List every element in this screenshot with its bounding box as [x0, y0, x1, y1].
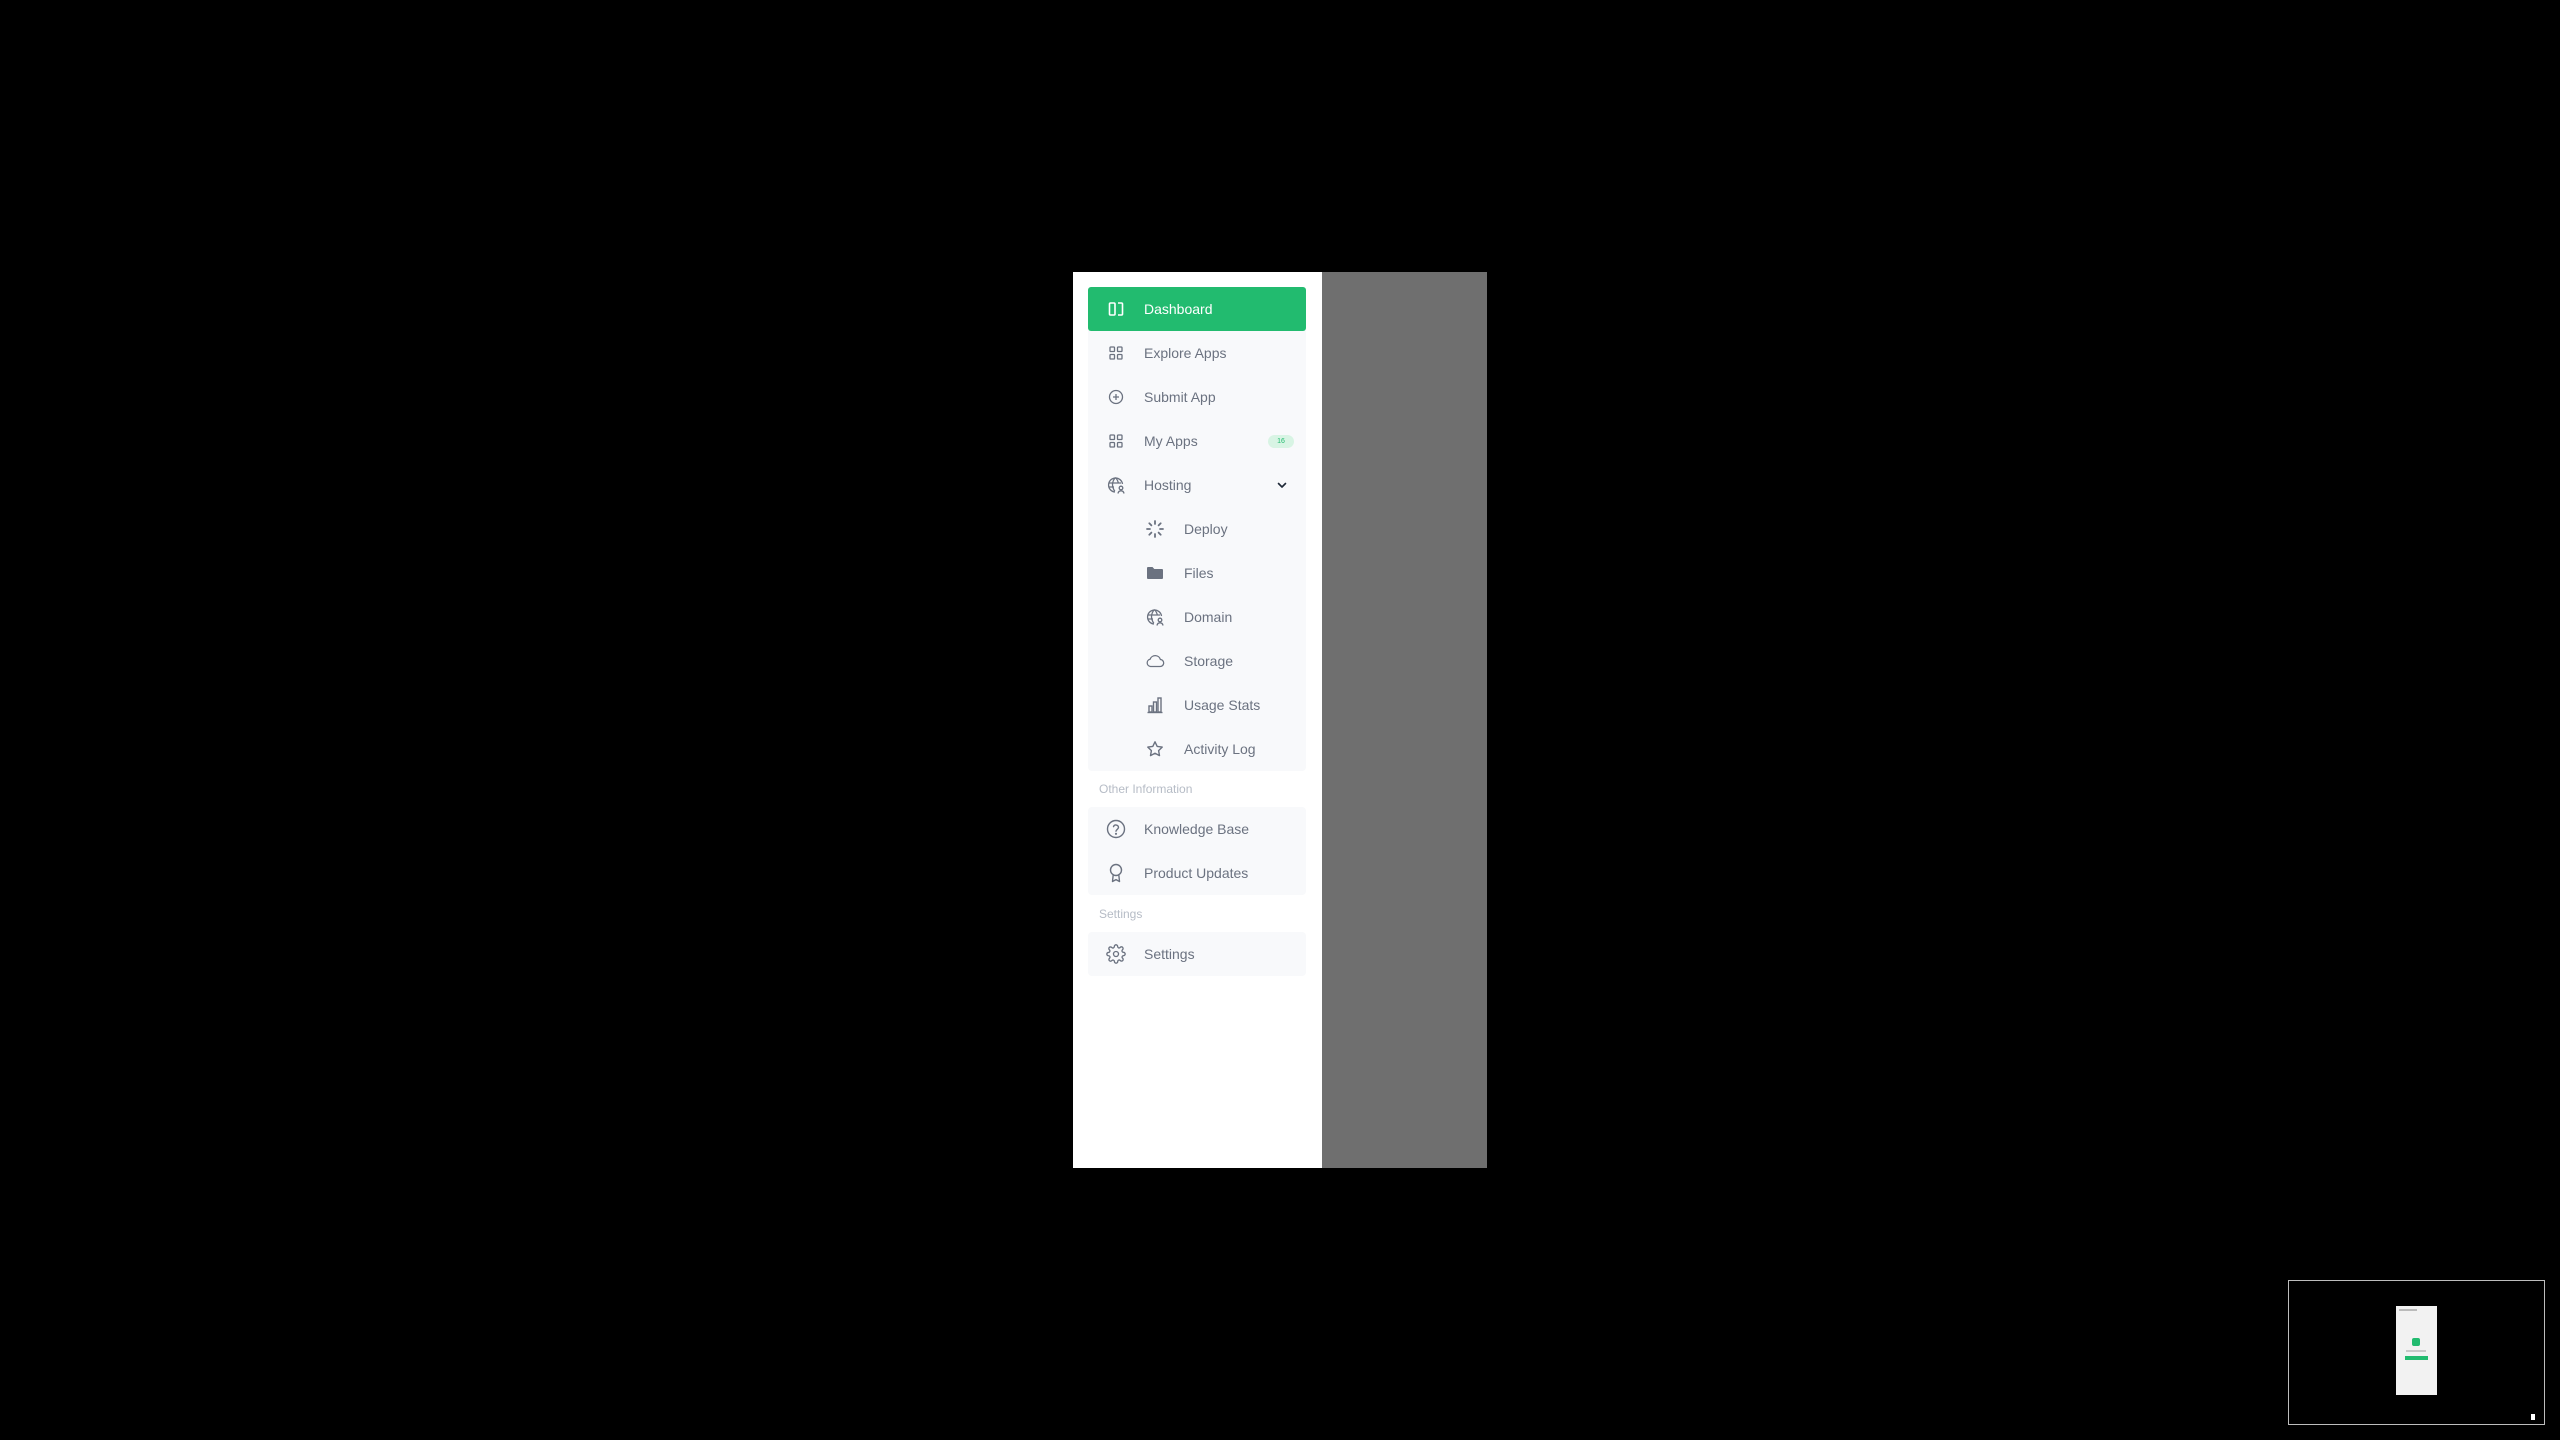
chevron-down-icon[interactable] — [1274, 477, 1290, 493]
sidebar-subitem-deploy[interactable]: Deploy — [1088, 507, 1306, 551]
sidebar-item-submit-app[interactable]: Submit App — [1088, 375, 1306, 419]
mobile-viewport: Dashboard Explore Apps Submit App My App… — [1073, 272, 1487, 1168]
sidebar-subitem-activity-log[interactable]: Activity Log — [1088, 727, 1306, 771]
minimap-button — [2405, 1356, 2428, 1360]
sidebar-item-my-apps[interactable]: My Apps 16 — [1088, 419, 1306, 463]
sidebar: Dashboard Explore Apps Submit App My App… — [1073, 272, 1322, 1168]
main-nav-group: Dashboard Explore Apps Submit App My App… — [1088, 287, 1306, 771]
minimap-logo — [2412, 1338, 2420, 1346]
gear-icon — [1106, 944, 1126, 964]
sidebar-item-label: Submit App — [1144, 389, 1216, 405]
sidebar-item-product-updates[interactable]: Product Updates — [1088, 851, 1306, 895]
sidebar-item-label: Settings — [1144, 946, 1195, 962]
sidebar-item-label: Activity Log — [1184, 741, 1256, 757]
settings-group: Settings — [1088, 932, 1306, 976]
sidebar-item-knowledge-base[interactable]: Knowledge Base — [1088, 807, 1306, 851]
bar-chart-icon — [1145, 695, 1165, 715]
sidebar-item-label: Storage — [1184, 653, 1234, 669]
sidebar-subitem-files[interactable]: Files — [1088, 551, 1306, 595]
minimap-header — [2399, 1309, 2417, 1311]
award-icon — [1106, 863, 1126, 883]
sidebar-subitem-storage[interactable]: Storage — [1088, 639, 1306, 683]
loader-icon — [1145, 519, 1165, 539]
sidebar-item-label: Hosting — [1144, 477, 1192, 493]
section-heading-other-information: Other Information — [1099, 782, 1193, 796]
sidebar-item-dashboard[interactable]: Dashboard — [1088, 287, 1306, 331]
globe-user-icon — [1106, 475, 1126, 495]
cloud-icon — [1145, 651, 1165, 671]
sidebar-item-label: Files — [1184, 565, 1214, 581]
sidebar-subitem-usage-stats[interactable]: Usage Stats — [1088, 683, 1306, 727]
sidebar-item-label: Domain — [1184, 609, 1233, 625]
grid-icon — [1106, 431, 1126, 451]
globe-user-icon — [1145, 607, 1165, 627]
sidebar-item-settings[interactable]: Settings — [1088, 932, 1306, 976]
grid-icon — [1106, 343, 1126, 363]
minimap-preview[interactable] — [2288, 1280, 2545, 1425]
count-badge: 16 — [1268, 435, 1294, 448]
sidebar-panel-icon — [1106, 299, 1126, 319]
section-heading-settings: Settings — [1099, 907, 1143, 921]
sidebar-item-explore-apps[interactable]: Explore Apps — [1088, 331, 1306, 375]
sidebar-item-label: Explore Apps — [1144, 345, 1227, 361]
sidebar-item-label: Product Updates — [1144, 865, 1249, 881]
sidebar-item-label: Deploy — [1184, 521, 1228, 537]
sidebar-item-label: Dashboard — [1144, 301, 1213, 317]
sidebar-item-label: Usage Stats — [1184, 697, 1261, 713]
minimap-text — [2406, 1350, 2426, 1352]
sidebar-subitem-domain[interactable]: Domain — [1088, 595, 1306, 639]
other-info-group: Knowledge Base Product Updates — [1088, 807, 1306, 895]
folder-icon — [1145, 563, 1165, 583]
backdrop-overlay[interactable] — [1322, 272, 1487, 1168]
help-circle-icon — [1106, 819, 1126, 839]
sidebar-item-label: Knowledge Base — [1144, 821, 1250, 837]
minimap-resize-handle[interactable] — [2531, 1414, 2535, 1420]
plus-circle-icon — [1106, 387, 1126, 407]
sidebar-item-hosting[interactable]: Hosting — [1088, 463, 1306, 507]
star-icon — [1145, 739, 1165, 759]
sidebar-item-label: My Apps — [1144, 433, 1198, 449]
minimap-page-thumbnail — [2396, 1306, 2437, 1395]
